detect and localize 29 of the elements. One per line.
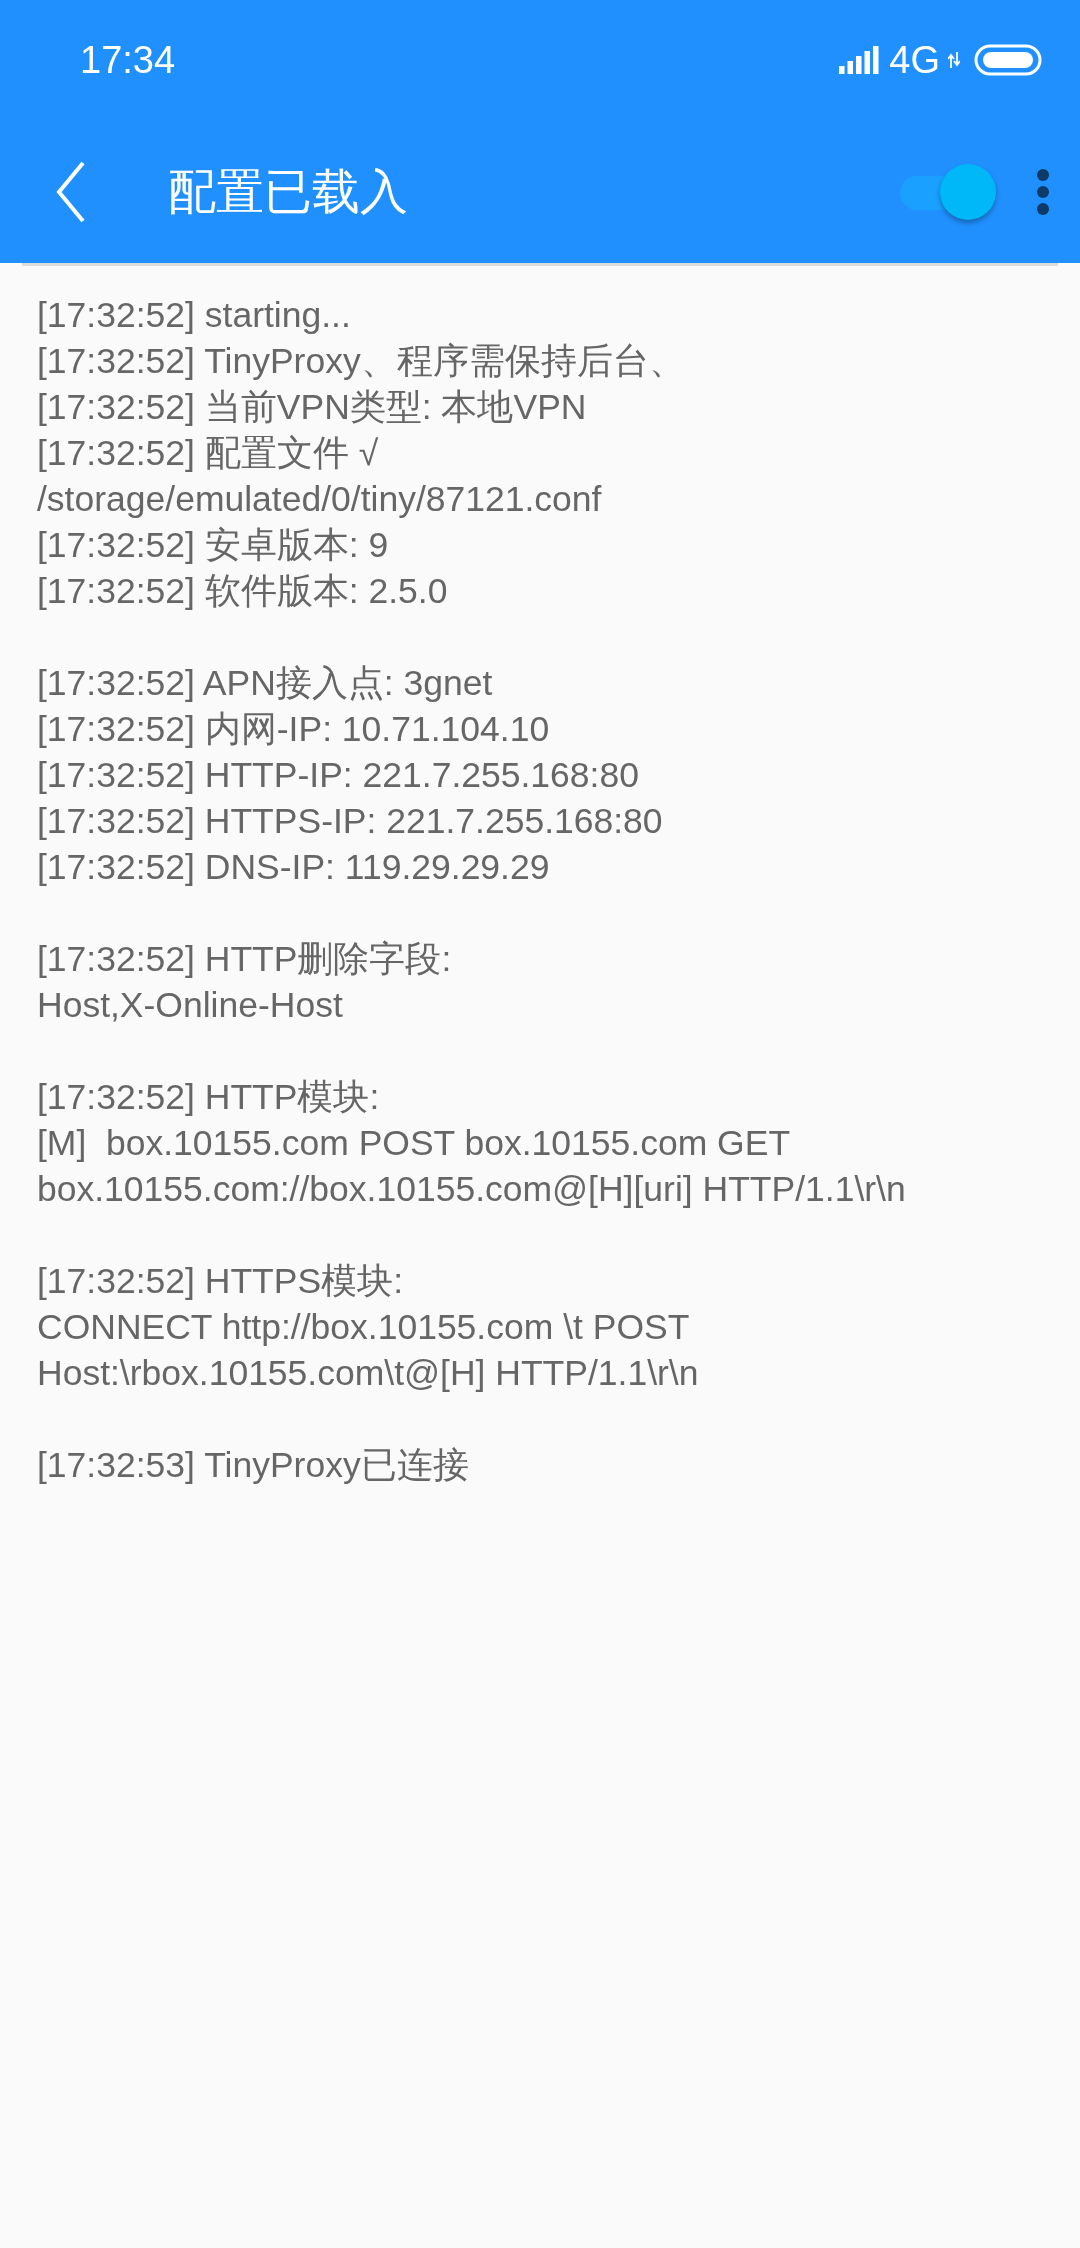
log-line: [17:32:52] TinyProxy、程序需保持后台、 (37, 340, 685, 383)
log-line: [M] box.10155.com POST box.10155.com GET (37, 1122, 791, 1165)
signal-icon (839, 46, 882, 74)
network-type: 4G (889, 38, 940, 82)
log-line: [17:32:52] HTTP模块: (37, 1076, 380, 1119)
screen-title: 配置已载入 (168, 163, 409, 220)
log-line: [17:32:52] 内网-IP: 10.71.104.10 (37, 708, 550, 751)
log-line: box.10155.com://box.10155.com@[H][uri] HTTP/1.1\r\n (37, 1168, 906, 1211)
log-line: CONNECT http://box.10155.com \t POST (37, 1306, 690, 1349)
log-line: [17:32:52] APN接入点: 3gnet (37, 662, 493, 705)
battery-icon (974, 44, 1042, 76)
log-line: [17:32:52] DNS-IP: 119.29.29.29 (37, 846, 550, 889)
log-line: /storage/emulated/0/tiny/87121.conf (37, 478, 602, 521)
log-line: [17:32:52] 安卓版本: 9 (37, 524, 389, 567)
log-line: Host:\rbox.10155.com\t@[H] HTTP/1.1\r\n (37, 1352, 699, 1395)
more-options-icon[interactable] (1036, 167, 1050, 216)
log-line: [17:32:52] HTTPS模块: (37, 1260, 403, 1303)
back-icon[interactable] (56, 160, 86, 223)
log-line: [17:32:52] starting... (37, 294, 351, 337)
clock-time: 17:34 (80, 38, 176, 82)
data-arrows-icon (948, 52, 960, 68)
log-line: [17:32:52] 配置文件 √ (37, 432, 379, 475)
log-line: [17:32:52] HTTPS-IP: 221.7.255.168:80 (37, 800, 663, 843)
log-line: [17:32:52] HTTP删除字段: (37, 938, 452, 981)
log-line: [17:32:52] HTTP-IP: 221.7.255.168:80 (37, 754, 639, 797)
log-line: [17:32:52] 当前VPN类型: 本地VPN (37, 386, 587, 429)
log-line: Host,X-Online-Host (37, 984, 343, 1027)
log-line: [17:32:53] TinyProxy已连接 (37, 1444, 469, 1487)
log-line: [17:32:52] 软件版本: 2.5.0 (37, 570, 448, 613)
